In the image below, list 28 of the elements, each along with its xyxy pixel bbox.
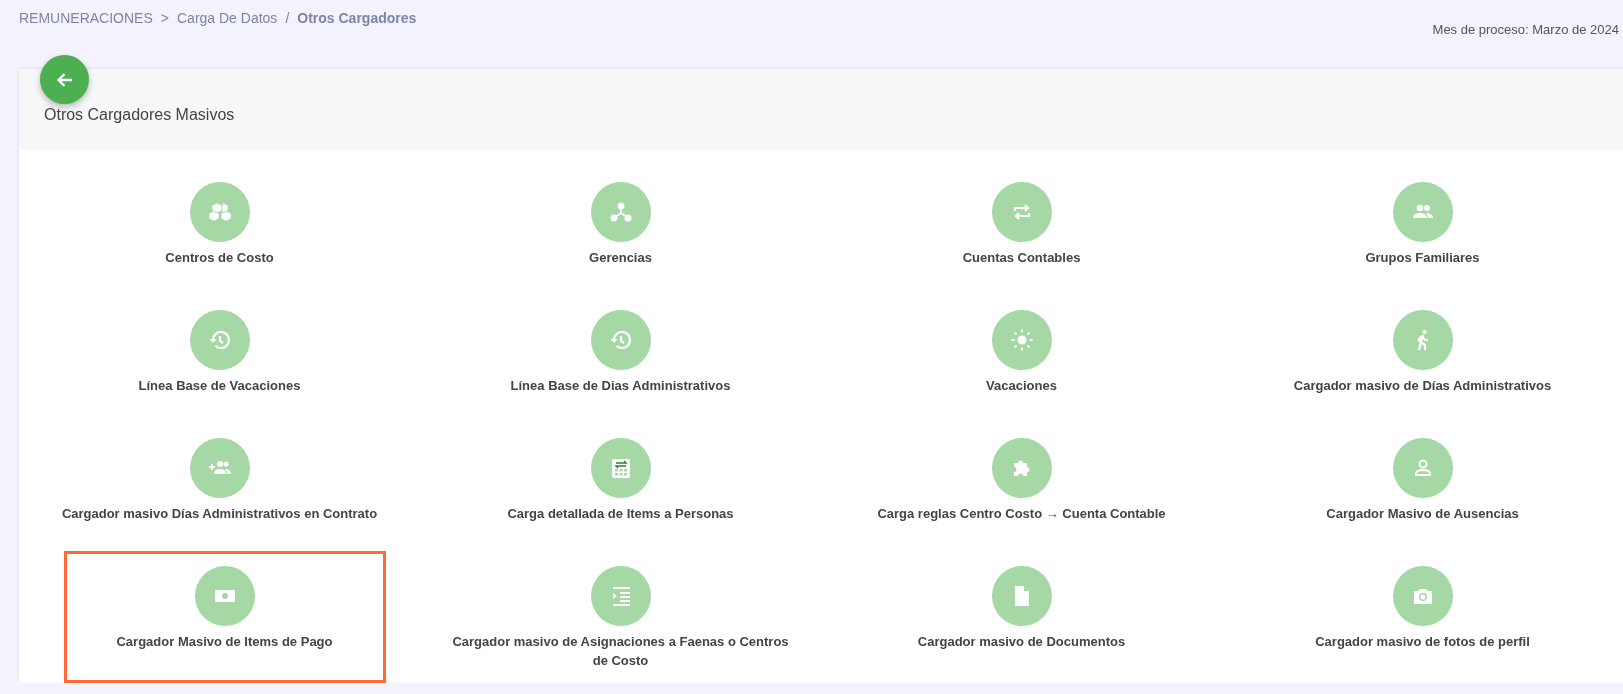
loader-label: Vacaciones	[986, 377, 1057, 395]
loader-label: Línea Base de Dias Administrativos	[510, 377, 731, 395]
boxes-icon	[207, 200, 232, 224]
loader-label: Centros de Costo	[165, 249, 274, 267]
breadcrumb-link[interactable]: REMUNERACIONES	[19, 10, 153, 26]
loader-label: Carga detallada de Items a Personas	[507, 505, 734, 523]
loader-label: Cargador masivo de Días Administrativos	[1293, 377, 1552, 395]
loader-label: Carga reglas Centro Costo → Cuenta Contable	[877, 505, 1166, 523]
loader-label: Cargador masivo de fotos de perfil	[1315, 633, 1530, 651]
process-month: Mes de proceso: Marzo de 2024	[1432, 22, 1620, 39]
loader-label: Grupos Familiares	[1365, 249, 1480, 267]
loader-label: Cargador Masivo de Items de Pago	[116, 633, 333, 651]
loader-label: Cargador masivo Días Administrativos en Contrato	[61, 505, 378, 523]
branch-icon	[608, 200, 633, 224]
breadcrumb-link[interactable]: Carga De Datos	[177, 10, 278, 26]
loader-label: Cargador masivo de Documentos	[917, 633, 1126, 651]
back-arrow-icon	[55, 70, 74, 89]
history-icon	[207, 328, 232, 352]
card-title: Otros Cargadores Masivos	[44, 106, 235, 123]
sun-icon	[1009, 328, 1034, 352]
breadcrumb-separator: >	[160, 10, 169, 26]
loader-label: Línea Base de Vacaciones	[138, 377, 301, 395]
loader-label: Cargador masivo de Asignaciones a Faenas o Centros de Costo	[451, 633, 790, 670]
history-icon	[608, 328, 633, 352]
loader-label: Gerencias	[589, 249, 652, 267]
loader-label: Cuentas Contables	[962, 249, 1081, 267]
loader-label: Cargador Masivo de Ausencias	[1326, 505, 1519, 523]
breadcrumb-separator: /	[285, 10, 290, 26]
